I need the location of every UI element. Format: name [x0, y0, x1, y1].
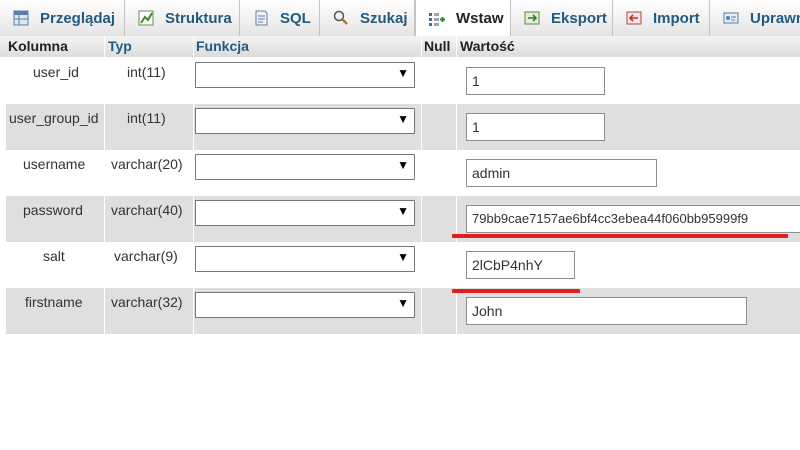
- table-row: firstname varchar(32) ▼ John: [6, 288, 800, 334]
- column-type: varchar(32): [111, 294, 183, 310]
- insert-icon: [429, 12, 445, 26]
- dropdown-arrow-icon: ▼: [397, 66, 409, 80]
- tab-structure[interactable]: Struktura: [125, 0, 240, 36]
- function-select[interactable]: ▼: [195, 200, 415, 226]
- tab-bar: Przeglądaj Struktura SQL Szukaj Wstaw Ek…: [0, 0, 800, 37]
- salt-highlight-underline: [452, 289, 580, 293]
- search-icon: [333, 10, 348, 25]
- column-name: firstname: [25, 294, 83, 310]
- tab-sql[interactable]: SQL: [240, 0, 320, 36]
- structure-icon: [138, 10, 154, 26]
- tab-privileges[interactable]: Uprawn: [710, 0, 800, 36]
- column-name: user_group_id: [9, 110, 99, 126]
- function-select[interactable]: ▼: [195, 62, 415, 88]
- value-input[interactable]: 1: [466, 67, 605, 95]
- tab-label: SQL: [280, 9, 311, 27]
- tab-export[interactable]: Eksport: [511, 0, 613, 36]
- dropdown-arrow-icon: ▼: [397, 204, 409, 218]
- column-header-null: Null: [424, 38, 451, 54]
- value-input[interactable]: 2lCbP4nhY: [466, 251, 575, 279]
- value-input[interactable]: 79bb9cae7157ae6bf4cc3ebea44f060bb95999f9: [466, 205, 800, 233]
- table-header: Kolumna Typ Funkcja Null Wartość: [0, 36, 800, 57]
- table-row: user_id int(11) ▼ 1: [6, 58, 800, 104]
- column-header-kolumna: Kolumna: [8, 38, 68, 54]
- column-name: username: [23, 156, 86, 172]
- sql-icon: [255, 10, 268, 26]
- column-header-funkcja[interactable]: Funkcja: [196, 38, 249, 54]
- privileges-icon: [723, 12, 739, 24]
- table-row: salt varchar(9) ▼ 2lCbP4nhY: [6, 242, 800, 288]
- import-icon: [626, 11, 642, 25]
- dropdown-arrow-icon: ▼: [397, 112, 409, 126]
- function-select[interactable]: ▼: [195, 292, 415, 318]
- column-name: user_id: [33, 64, 79, 80]
- tab-label: Szukaj: [360, 9, 408, 27]
- tab-import[interactable]: Import: [613, 0, 710, 36]
- password-highlight-underline: [452, 234, 788, 238]
- column-type: int(11): [127, 64, 166, 80]
- dropdown-arrow-icon: ▼: [397, 250, 409, 264]
- function-select[interactable]: ▼: [195, 108, 415, 134]
- column-type: int(11): [127, 110, 166, 126]
- tab-label: Przeglądaj: [40, 9, 116, 27]
- tab-label: Wstaw: [456, 10, 504, 27]
- table-row: username varchar(20) ▼ admin: [6, 150, 800, 196]
- tab-label: Uprawn: [750, 9, 800, 27]
- export-icon: [524, 11, 540, 25]
- column-name: salt: [43, 248, 65, 264]
- value-input[interactable]: John: [466, 297, 747, 325]
- function-select[interactable]: ▼: [195, 154, 415, 180]
- function-select[interactable]: ▼: [195, 246, 415, 272]
- column-type: varchar(9): [114, 248, 178, 264]
- table-row: user_group_id int(11) ▼ 1: [6, 104, 800, 150]
- tab-browse[interactable]: Przeglądaj: [0, 0, 125, 36]
- column-header-typ[interactable]: Typ: [108, 38, 132, 54]
- tab-label: Struktura: [165, 9, 232, 27]
- tab-label: Import: [653, 9, 700, 27]
- tab-insert[interactable]: Wstaw: [415, 0, 511, 36]
- tab-search[interactable]: Szukaj: [320, 0, 415, 36]
- browse-icon: [13, 10, 29, 26]
- column-header-wartosc: Wartość: [460, 38, 515, 54]
- column-type: varchar(40): [111, 202, 183, 218]
- value-input[interactable]: 1: [466, 113, 605, 141]
- column-type: varchar(20): [111, 156, 183, 172]
- dropdown-arrow-icon: ▼: [397, 296, 409, 310]
- value-input[interactable]: admin: [466, 159, 657, 187]
- column-name: password: [23, 202, 83, 218]
- dropdown-arrow-icon: ▼: [397, 158, 409, 172]
- tab-label: Eksport: [551, 9, 607, 27]
